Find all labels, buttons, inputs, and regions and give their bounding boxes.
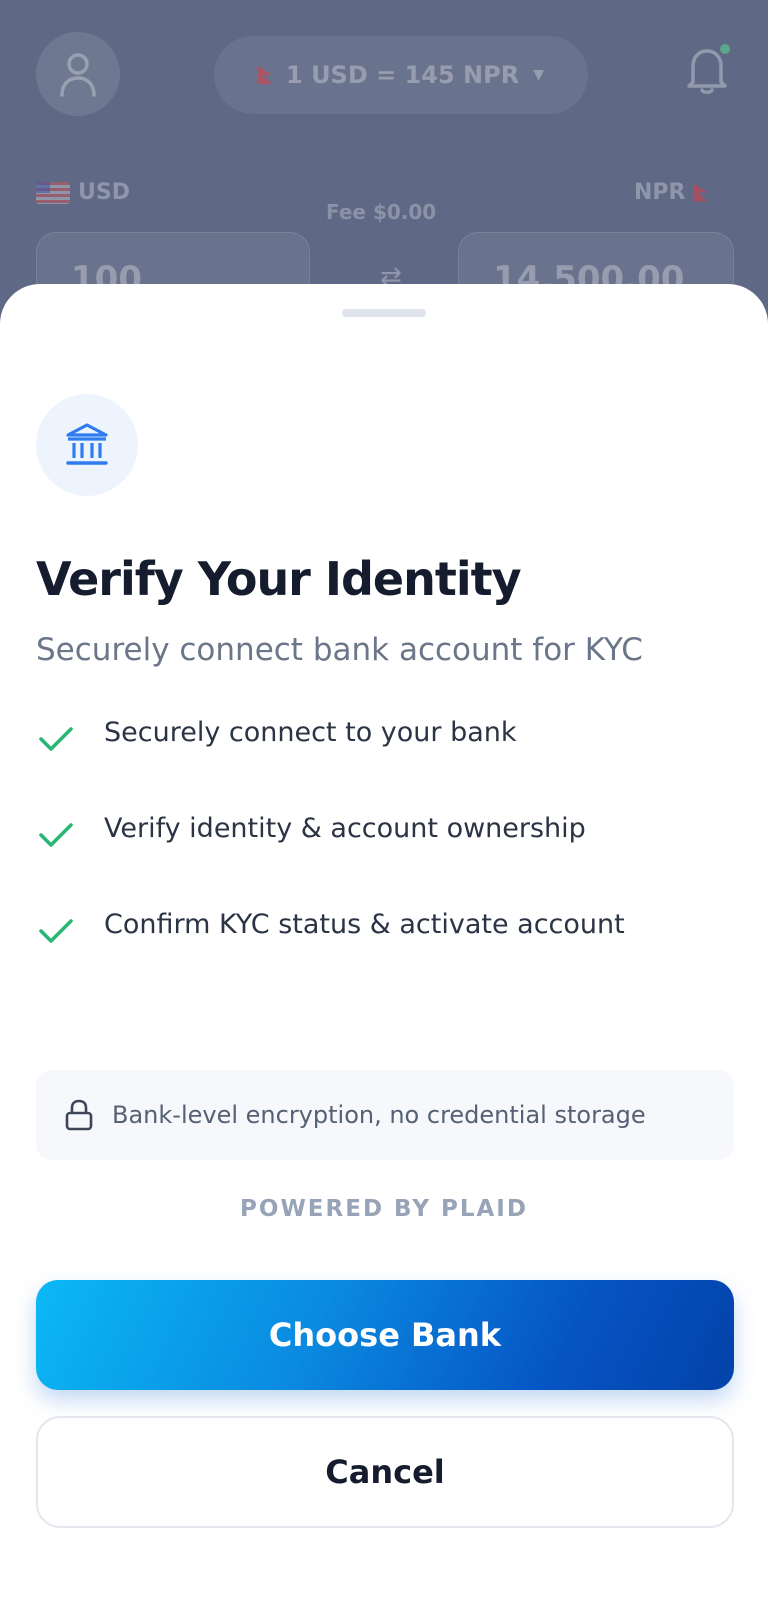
- check-icon: [39, 823, 73, 847]
- list-item: Confirm KYC status & activate account: [36, 906, 736, 1002]
- profile-avatar: [36, 32, 120, 116]
- fee-label: Fee $0.00: [326, 200, 437, 224]
- nepal-flag-icon: [258, 66, 273, 84]
- verification-steps-list: Securely connect to your bank Verify ide…: [36, 714, 736, 1002]
- exchange-rate-label: 1 USD = 145 NPR: [286, 61, 520, 89]
- page-title: Verify Your Identity: [36, 552, 522, 606]
- powered-by-label: POWERED BY PLAID: [240, 1196, 528, 1222]
- notification-dot: [720, 44, 730, 54]
- us-flag-icon: [36, 181, 70, 204]
- to-currency-label: NPR: [634, 180, 708, 205]
- choose-bank-button[interactable]: Choose Bank: [36, 1280, 734, 1390]
- cancel-button[interactable]: Cancel: [36, 1416, 734, 1528]
- page-subtitle: Securely connect bank account for KYC: [36, 632, 643, 668]
- exchange-rate-selector: 1 USD = 145 NPR ▼: [214, 36, 588, 114]
- from-currency-label: USD: [36, 180, 130, 205]
- list-item-label: Confirm KYC status & activate account: [104, 909, 625, 940]
- verify-identity-sheet: Verify Your Identity Securely connect ba…: [0, 284, 768, 1600]
- list-item: Securely connect to your bank: [36, 714, 736, 810]
- list-item-label: Securely connect to your bank: [104, 717, 517, 748]
- lock-icon: [65, 1099, 93, 1131]
- check-icon: [39, 727, 73, 751]
- list-item: Verify identity & account ownership: [36, 810, 736, 906]
- bank-badge: [36, 394, 138, 496]
- security-note-text: Bank-level encryption, no credential sto…: [112, 1101, 646, 1129]
- user-icon: [60, 53, 96, 97]
- nepal-flag-icon: [693, 183, 708, 202]
- list-item-label: Verify identity & account ownership: [104, 813, 586, 844]
- bank-icon: [66, 423, 108, 465]
- sheet-drag-handle[interactable]: [342, 309, 426, 317]
- check-icon: [39, 919, 73, 943]
- security-note: Bank-level encryption, no credential sto…: [36, 1070, 734, 1160]
- chevron-down-icon: ▼: [533, 67, 544, 83]
